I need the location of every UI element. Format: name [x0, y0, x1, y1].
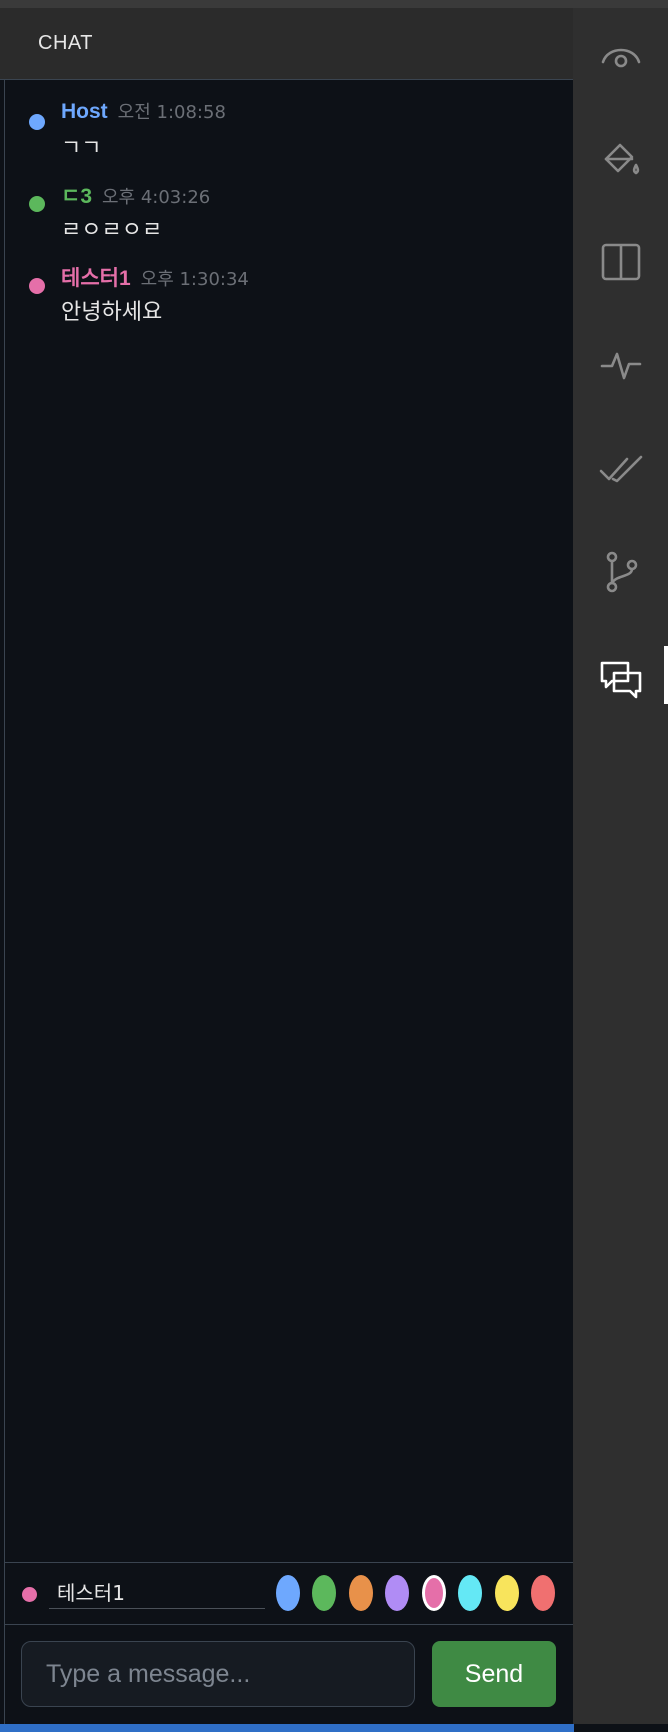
- status-bar: [0, 1724, 574, 1732]
- color-swatch-cyan[interactable]: [458, 1575, 482, 1611]
- double-check-icon[interactable]: [573, 436, 668, 500]
- user-settings-bar: [5, 1562, 573, 1625]
- chat-message: Host 오전 1:08:58 ㄱㄱ: [0, 98, 573, 180]
- color-swatch-purple[interactable]: [385, 1575, 409, 1611]
- message-composer: Send: [5, 1625, 573, 1724]
- send-button[interactable]: Send: [432, 1641, 556, 1707]
- paint-bucket-icon[interactable]: [573, 128, 668, 192]
- message-list: Host 오전 1:08:58 ㄱㄱ ㄷ3 오후 4:03:26 ㄹㅇㄹㅇㄹ 테스터…: [0, 98, 573, 344]
- message-timestamp: 오후 1:30:34: [140, 269, 249, 290]
- chat-message: ㄷ3 오후 4:03:26 ㄹㅇㄹㅇㄹ: [0, 180, 573, 262]
- message-text: 안녕하세요: [61, 300, 163, 325]
- user-color-dot: [29, 196, 45, 212]
- username-input[interactable]: [49, 1575, 265, 1609]
- message-timestamp: 오전 1:08:58: [117, 102, 226, 123]
- own-color-dot: [22, 1587, 37, 1602]
- panel-title: CHAT: [38, 32, 93, 54]
- color-swatch-red[interactable]: [531, 1575, 555, 1611]
- top-window-strip: [0, 0, 668, 8]
- color-swatch-pink-selected[interactable]: [422, 1575, 446, 1611]
- message-author: ㄷ3 오후 4:03:26: [61, 185, 211, 208]
- activity-bar: [573, 8, 668, 1724]
- eye-icon[interactable]: [573, 23, 668, 87]
- user-color-dot: [29, 278, 45, 294]
- message-author: 테스터1 오후 1:30:34: [61, 267, 249, 290]
- chat-message: 테스터1 오후 1:30:34 안녕하세요: [0, 262, 573, 344]
- user-color-dot: [29, 114, 45, 130]
- active-item-indicator: [664, 646, 668, 704]
- message-timestamp: 오후 4:03:26: [102, 187, 211, 208]
- color-swatch-green[interactable]: [312, 1575, 336, 1611]
- color-swatch-yellow[interactable]: [495, 1575, 519, 1611]
- chat-icon[interactable]: [573, 648, 668, 712]
- message-text: ㄱㄱ: [61, 136, 102, 161]
- chat-panel: CHAT Host 오전 1:08:58 ㄱㄱ ㄷ3 오후 4:03:26 ㄹㅇㄹㅇ…: [0, 8, 573, 1732]
- color-swatch-blue[interactable]: [276, 1575, 300, 1611]
- message-input[interactable]: [21, 1641, 415, 1707]
- message-text: ㄹㅇㄹㅇㄹ: [61, 218, 163, 243]
- pulse-icon[interactable]: [573, 333, 668, 397]
- split-view-icon[interactable]: [573, 230, 668, 294]
- chat-header: CHAT: [0, 8, 573, 80]
- message-author: Host 오전 1:08:58: [61, 100, 226, 123]
- git-branch-icon[interactable]: [573, 540, 668, 604]
- color-swatch-orange[interactable]: [349, 1575, 373, 1611]
